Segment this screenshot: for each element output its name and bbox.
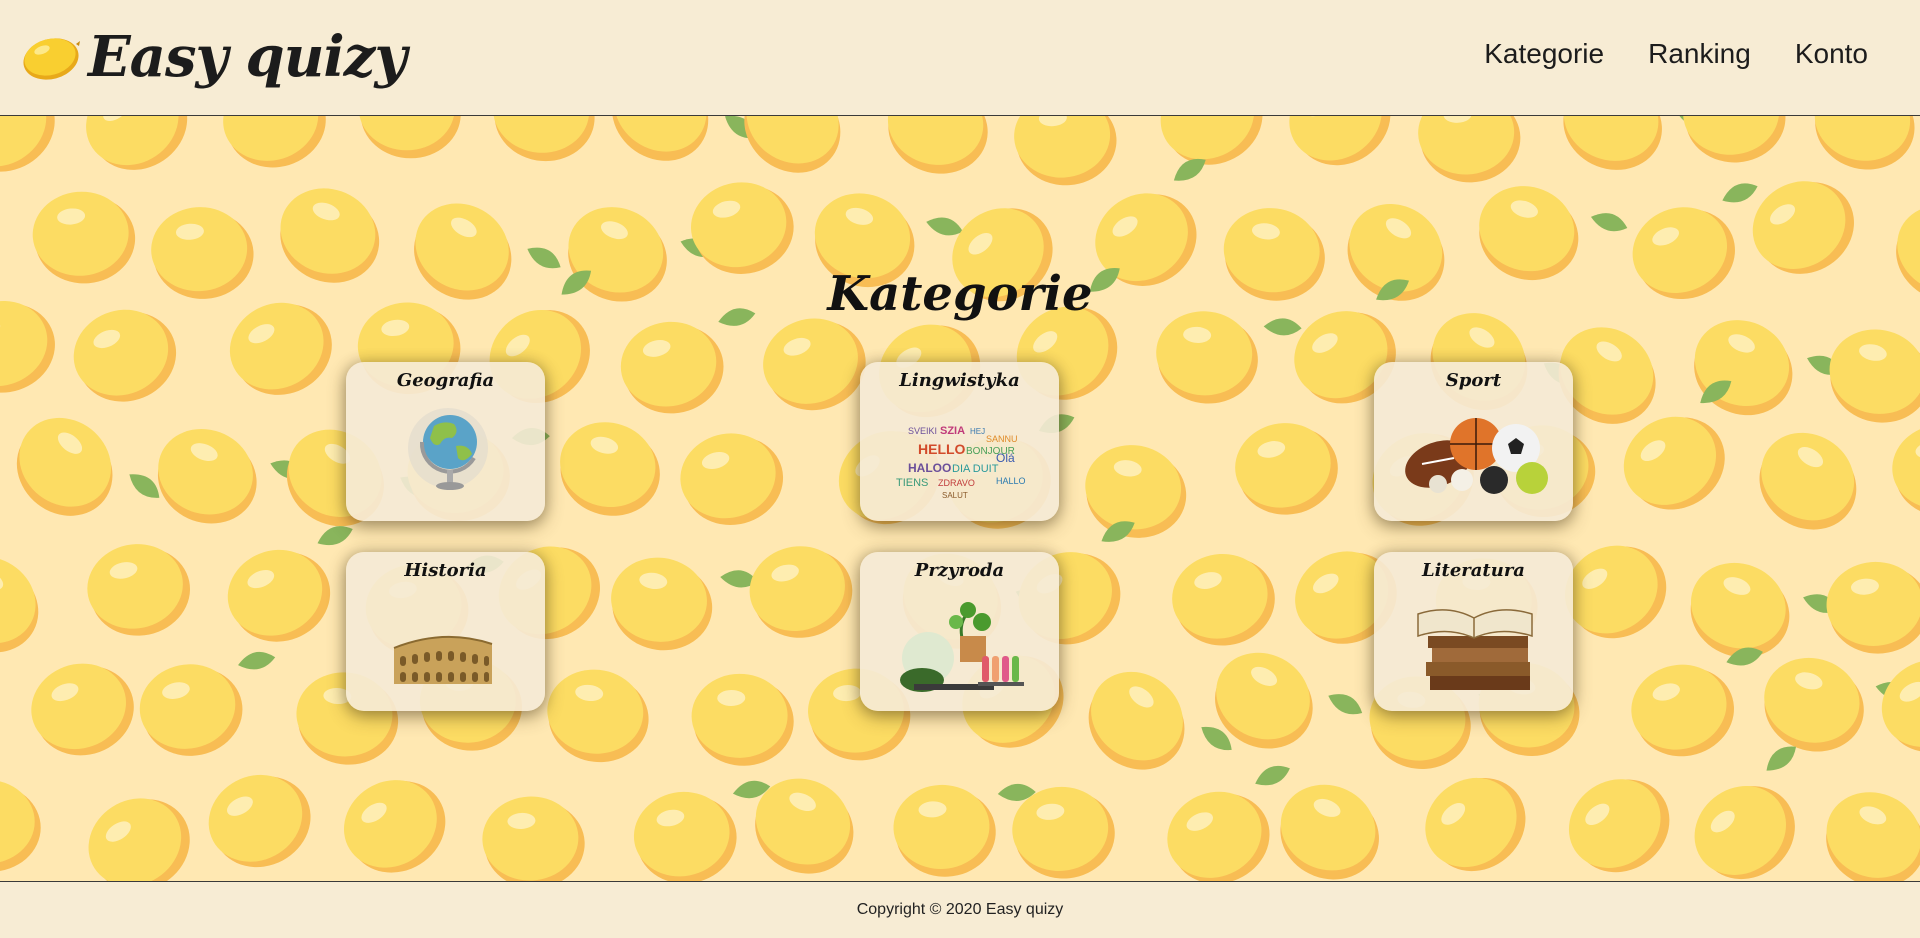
- svg-text:HALOO: HALOO: [908, 461, 951, 475]
- svg-text:TIENS: TIENS: [896, 477, 928, 489]
- category-title: Lingwistyka: [899, 370, 1020, 391]
- svg-text:SVEIKI: SVEIKI: [908, 426, 937, 436]
- site-header: Easy quizy Kategorie Ranking Konto: [0, 0, 1920, 116]
- logo[interactable]: Easy quizy: [20, 22, 407, 92]
- category-title: Geografia: [396, 370, 495, 391]
- category-card-historia[interactable]: Historia: [346, 552, 545, 711]
- category-title: Historia: [404, 560, 487, 581]
- main-content: Kategorie Geografia Lingwistyka SVEIKI S…: [0, 116, 1920, 881]
- category-card-geografia[interactable]: Geografia: [346, 362, 545, 521]
- word-cloud-icon: SVEIKI SZIA HEJ SANNU HELLO BONJOUR Olá …: [896, 425, 1026, 500]
- logo-text: Easy quizy: [88, 24, 407, 90]
- sport-balls-icon: [1405, 418, 1548, 494]
- category-card-przyroda[interactable]: Przyroda: [860, 552, 1059, 711]
- svg-text:SALUT: SALUT: [942, 491, 968, 500]
- svg-text:SANNU: SANNU: [986, 434, 1018, 444]
- category-card-lingwistyka[interactable]: Lingwistyka SVEIKI SZIA HEJ SANNU HELLO …: [860, 362, 1059, 521]
- svg-text:Olá: Olá: [996, 451, 1015, 465]
- lemon-logo-icon: [23, 38, 80, 80]
- nav-link-ranking[interactable]: Ranking: [1648, 38, 1751, 70]
- science-lab-icon: [900, 602, 1024, 692]
- nav-link-konto[interactable]: Konto: [1795, 38, 1868, 70]
- nav-link-kategorie[interactable]: Kategorie: [1484, 38, 1604, 70]
- category-card-literatura[interactable]: Literatura: [1374, 552, 1573, 711]
- globe-icon: [408, 408, 488, 490]
- site-footer: Copyright © 2020 Easy quizy: [0, 881, 1920, 938]
- svg-text:HEJ: HEJ: [970, 427, 985, 436]
- category-title: Literatura: [1422, 560, 1525, 581]
- colosseum-icon: [393, 635, 493, 684]
- svg-text:HELLO: HELLO: [918, 441, 966, 457]
- category-title: Przyroda: [914, 560, 1005, 581]
- svg-text:ZDRAVO: ZDRAVO: [938, 478, 975, 488]
- page-title: Kategorie: [827, 266, 1093, 322]
- svg-text:DIA DUIT: DIA DUIT: [952, 463, 999, 475]
- copyright-text: Copyright © 2020 Easy quizy: [856, 901, 1064, 918]
- books-icon: [1417, 609, 1533, 690]
- category-card-sport[interactable]: Sport: [1374, 362, 1573, 521]
- category-title: Sport: [1445, 370, 1502, 391]
- svg-text:SZIA: SZIA: [940, 425, 965, 437]
- main-nav: Kategorie Ranking Konto: [1484, 38, 1868, 70]
- svg-text:HALLO: HALLO: [996, 476, 1026, 486]
